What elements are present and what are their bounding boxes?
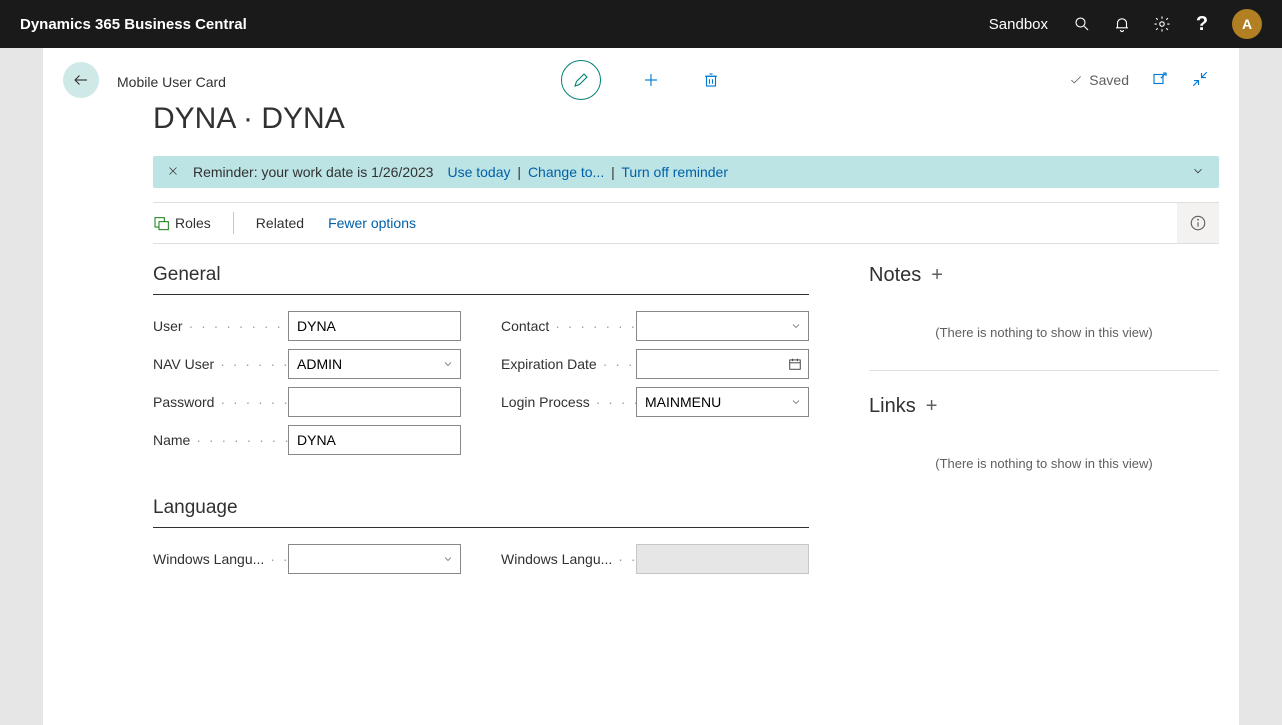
saved-status: Saved — [1069, 72, 1129, 88]
login-process-field[interactable] — [636, 387, 809, 417]
section-language[interactable]: Language — [153, 497, 809, 528]
edit-button[interactable] — [561, 60, 601, 100]
search-icon[interactable] — [1062, 0, 1102, 48]
related-action[interactable]: Related — [244, 203, 316, 243]
user-label: User — [153, 318, 288, 334]
close-notification-icon[interactable] — [167, 164, 179, 180]
login-process-label: Login Process — [501, 394, 636, 410]
name-label: Name — [153, 432, 288, 448]
expiration-date-field[interactable] — [636, 349, 809, 379]
work-date-notification: Reminder: your work date is 1/26/2023 Us… — [153, 156, 1219, 188]
nav-user-field[interactable] — [288, 349, 461, 379]
settings-icon[interactable] — [1142, 0, 1182, 48]
page-label: Mobile User Card — [117, 74, 226, 90]
chevron-down-icon[interactable] — [790, 396, 802, 408]
expiration-date-label: Expiration Date — [501, 356, 636, 372]
chevron-down-icon[interactable] — [790, 320, 802, 332]
app-title: Dynamics 365 Business Central — [20, 16, 247, 33]
name-field[interactable] — [288, 425, 461, 455]
windows-language-name-label: Windows Langu... — [501, 551, 636, 567]
windows-language-name-field — [636, 544, 809, 574]
factbox-toggle-icon[interactable] — [1177, 203, 1219, 243]
user-avatar[interactable]: A — [1232, 9, 1262, 39]
notes-title[interactable]: Notes — [869, 264, 921, 287]
back-button[interactable] — [63, 62, 99, 98]
roles-action[interactable]: Roles — [153, 203, 223, 243]
environment-label: Sandbox — [989, 16, 1048, 33]
password-field[interactable] — [288, 387, 461, 417]
notification-text: Reminder: your work date is 1/26/2023 — [193, 164, 433, 180]
add-note-icon[interactable]: + — [931, 264, 943, 287]
open-new-window-icon[interactable] — [1151, 70, 1169, 91]
add-link-icon[interactable]: + — [926, 395, 938, 418]
calendar-icon[interactable] — [788, 357, 802, 371]
links-title[interactable]: Links — [869, 395, 916, 418]
password-label: Password — [153, 394, 288, 410]
notifications-icon[interactable] — [1102, 0, 1142, 48]
contact-label: Contact — [501, 318, 636, 334]
change-to-link[interactable]: Change to... — [528, 164, 604, 180]
collapse-icon[interactable] — [1191, 70, 1209, 91]
fewer-options-action[interactable]: Fewer options — [316, 203, 428, 243]
links-empty-message: (There is nothing to show in this view) — [869, 438, 1219, 501]
windows-language-id-label: Windows Langu... — [153, 551, 288, 567]
help-icon[interactable]: ? — [1182, 0, 1222, 48]
user-field[interactable] — [288, 311, 461, 341]
contact-field[interactable] — [636, 311, 809, 341]
notification-expand-icon[interactable] — [1191, 164, 1205, 181]
notes-empty-message: (There is nothing to show in this view) — [869, 307, 1219, 370]
use-today-link[interactable]: Use today — [447, 164, 510, 180]
windows-language-id-field[interactable] — [288, 544, 461, 574]
section-general[interactable]: General — [153, 264, 809, 295]
turn-off-reminder-link[interactable]: Turn off reminder — [621, 164, 728, 180]
chevron-down-icon[interactable] — [442, 553, 454, 565]
page-title: DYNA · DYNA — [43, 98, 1239, 156]
delete-button[interactable] — [701, 70, 721, 90]
chevron-down-icon[interactable] — [442, 358, 454, 370]
new-button[interactable] — [641, 70, 661, 90]
nav-user-label: NAV User — [153, 356, 288, 372]
